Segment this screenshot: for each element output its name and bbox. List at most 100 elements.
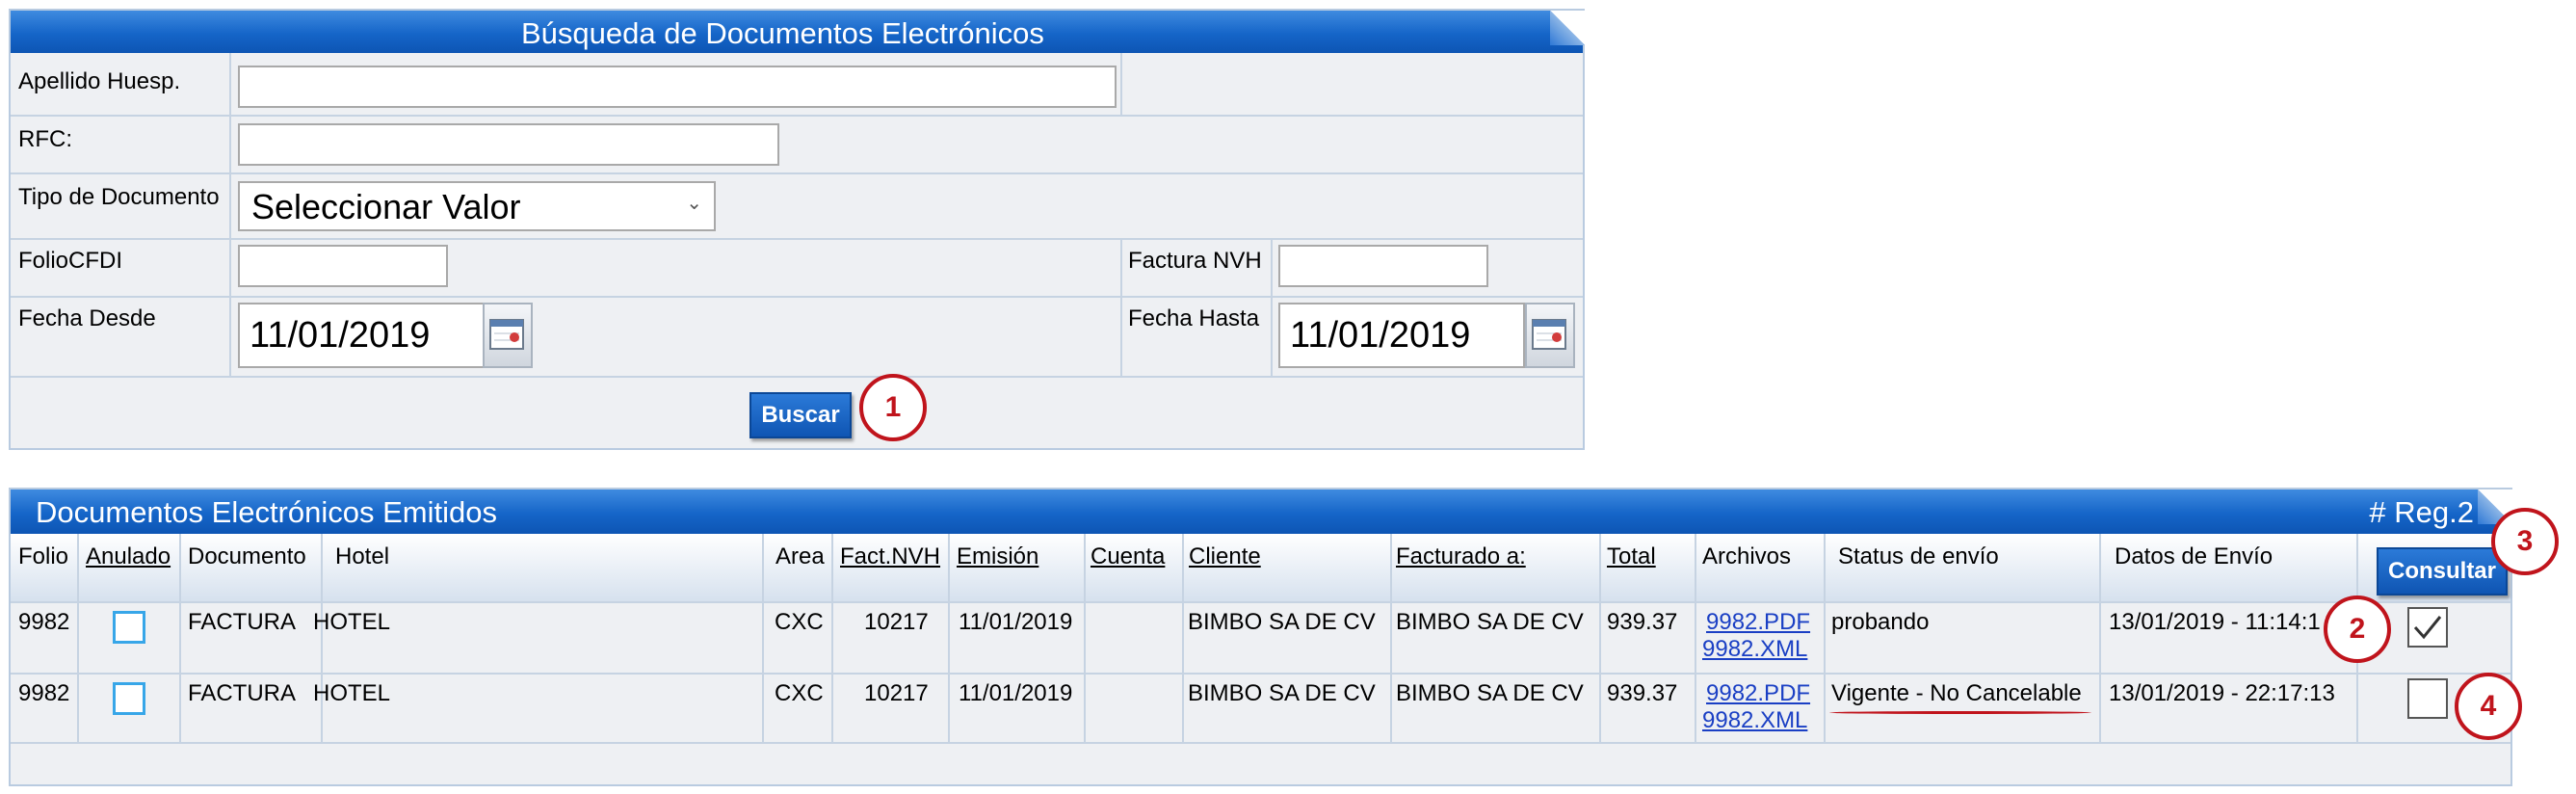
cell-folio: 9982 xyxy=(18,609,70,635)
fecha-desde-input[interactable] xyxy=(238,303,485,368)
cell-folio: 9982 xyxy=(18,680,70,706)
col-facturado-a[interactable]: Facturado a: xyxy=(1396,543,1526,570)
record-count: # Reg.2 xyxy=(2369,495,2474,529)
cell-area: CXC xyxy=(775,680,824,706)
cell-area: CXC xyxy=(775,609,824,635)
column-divider xyxy=(831,534,833,742)
apellido-label: Apellido Huesp. xyxy=(18,68,181,94)
folio-cfdi-input[interactable] xyxy=(238,245,448,287)
column-divider xyxy=(1120,238,1122,376)
cell-datos-envio: 13/01/2019 - 11:14:1 xyxy=(2109,609,2321,635)
col-documento[interactable]: Documento xyxy=(188,543,306,570)
row-divider xyxy=(11,742,2510,744)
col-datos-envio: Datos de Envío xyxy=(2115,543,2274,569)
column-divider xyxy=(762,534,764,742)
cell-status: Vigente - No Cancelable xyxy=(1831,680,2082,706)
xml-link[interactable]: 9982.XML xyxy=(1702,636,1807,663)
col-cliente[interactable]: Cliente xyxy=(1189,543,1261,570)
calendar-icon[interactable] xyxy=(1525,303,1575,368)
col-fact-nvh[interactable]: Fact.NVH xyxy=(840,543,940,570)
search-panel: Búsqueda de Documentos Electrónicos Apel… xyxy=(9,9,1585,450)
column-divider xyxy=(321,534,323,742)
col-hotel[interactable]: Hotel xyxy=(335,543,389,570)
col-archivos: Archivos xyxy=(1702,543,1792,569)
anulado-checkbox[interactable] xyxy=(113,682,145,715)
fecha-hasta-input[interactable] xyxy=(1278,303,1525,368)
col-emision[interactable]: Emisión xyxy=(957,543,1038,570)
cell-documento: FACTURA xyxy=(188,680,297,706)
column-divider xyxy=(179,534,181,742)
cell-cliente: BIMBO SA DE CV xyxy=(1188,609,1376,635)
buscar-button[interactable]: Buscar xyxy=(749,392,852,438)
factura-nvh-label: Factura NVH xyxy=(1128,248,1262,274)
col-anulado[interactable]: Anulado xyxy=(86,543,171,570)
cell-documento: FACTURA xyxy=(188,609,297,635)
checkmark-icon xyxy=(2413,616,2442,640)
anulado-checkbox[interactable] xyxy=(113,611,145,644)
col-folio[interactable]: Folio xyxy=(18,543,68,570)
column-divider xyxy=(2099,534,2101,742)
column-divider xyxy=(229,53,231,376)
cell-hotel: HOTEL xyxy=(313,680,391,706)
col-area[interactable]: Area xyxy=(775,543,825,570)
tipo-documento-select[interactable]: Seleccionar Valor ⌄ xyxy=(238,181,716,231)
results-header: Documentos Electrónicos Emitidos # Reg.2 xyxy=(11,490,2512,534)
results-title: Documentos Electrónicos Emitidos xyxy=(36,495,497,529)
col-cuenta[interactable]: Cuenta xyxy=(1091,543,1165,570)
folio-cfdi-label: FolioCFDI xyxy=(18,248,123,274)
fecha-desde-label: Fecha Desde xyxy=(18,305,156,331)
cell-datos-envio: 13/01/2019 - 22:17:13 xyxy=(2109,680,2335,706)
rfc-input[interactable] xyxy=(238,123,779,166)
cell-hotel: HOTEL xyxy=(313,609,391,635)
pdf-link[interactable]: 9982.PDF xyxy=(1706,680,1810,707)
column-divider xyxy=(1824,534,1826,742)
xml-link[interactable]: 9982.XML xyxy=(1702,707,1807,734)
chevron-down-icon: ⌄ xyxy=(686,193,702,214)
rfc-label: RFC: xyxy=(18,126,72,152)
column-divider xyxy=(1271,238,1273,376)
column-divider xyxy=(948,534,950,742)
calendar-icon[interactable] xyxy=(483,303,533,368)
cell-total: 939.37 xyxy=(1607,680,1678,706)
row-divider xyxy=(11,238,1583,240)
cell-fact-nvh: 10217 xyxy=(864,680,929,706)
results-panel: Documentos Electrónicos Emitidos # Reg.2… xyxy=(9,488,2512,786)
column-divider xyxy=(1084,534,1086,742)
column-divider xyxy=(1120,53,1122,115)
status-underline xyxy=(1829,711,2091,714)
col-status-envio: Status de envío xyxy=(1838,543,1999,569)
column-divider xyxy=(1182,534,1184,742)
row-divider xyxy=(11,115,1583,117)
column-divider xyxy=(1390,534,1392,742)
header-fold-corner xyxy=(1550,11,1585,45)
search-title: Búsqueda de Documentos Electrónicos xyxy=(521,16,1044,50)
annotation-marker-3: 3 xyxy=(2491,508,2559,575)
cell-total: 939.37 xyxy=(1607,609,1678,635)
row-divider xyxy=(11,376,1583,378)
column-divider xyxy=(1599,534,1601,742)
row-divider xyxy=(11,601,2510,603)
tipo-documento-value: Seleccionar Valor xyxy=(251,187,521,226)
consultar-checkbox[interactable] xyxy=(2407,678,2448,719)
cell-emision: 11/01/2019 xyxy=(959,680,1073,706)
consultar-button[interactable]: Consultar xyxy=(2377,547,2508,596)
pdf-link[interactable]: 9982.PDF xyxy=(1706,609,1810,636)
annotation-marker-2: 2 xyxy=(2324,596,2391,663)
cell-status: probando xyxy=(1831,609,1930,635)
row-divider xyxy=(11,673,2510,675)
cell-facturado-a: BIMBO SA DE CV xyxy=(1396,680,1584,706)
search-header: Búsqueda de Documentos Electrónicos xyxy=(11,11,1585,53)
row-divider xyxy=(11,296,1583,298)
annotation-marker-4: 4 xyxy=(2455,673,2522,740)
cell-facturado-a: BIMBO SA DE CV xyxy=(1396,609,1584,635)
column-divider xyxy=(1695,534,1696,742)
factura-nvh-input[interactable] xyxy=(1278,245,1488,287)
tipo-documento-label: Tipo de Documento xyxy=(18,184,220,210)
apellido-input[interactable] xyxy=(238,66,1117,108)
cell-fact-nvh: 10217 xyxy=(864,609,929,635)
consultar-checkbox-checked[interactable] xyxy=(2407,607,2448,648)
cell-emision: 11/01/2019 xyxy=(959,609,1073,635)
col-total[interactable]: Total xyxy=(1607,543,1656,570)
annotation-marker-1: 1 xyxy=(859,374,927,441)
column-divider xyxy=(77,534,79,742)
